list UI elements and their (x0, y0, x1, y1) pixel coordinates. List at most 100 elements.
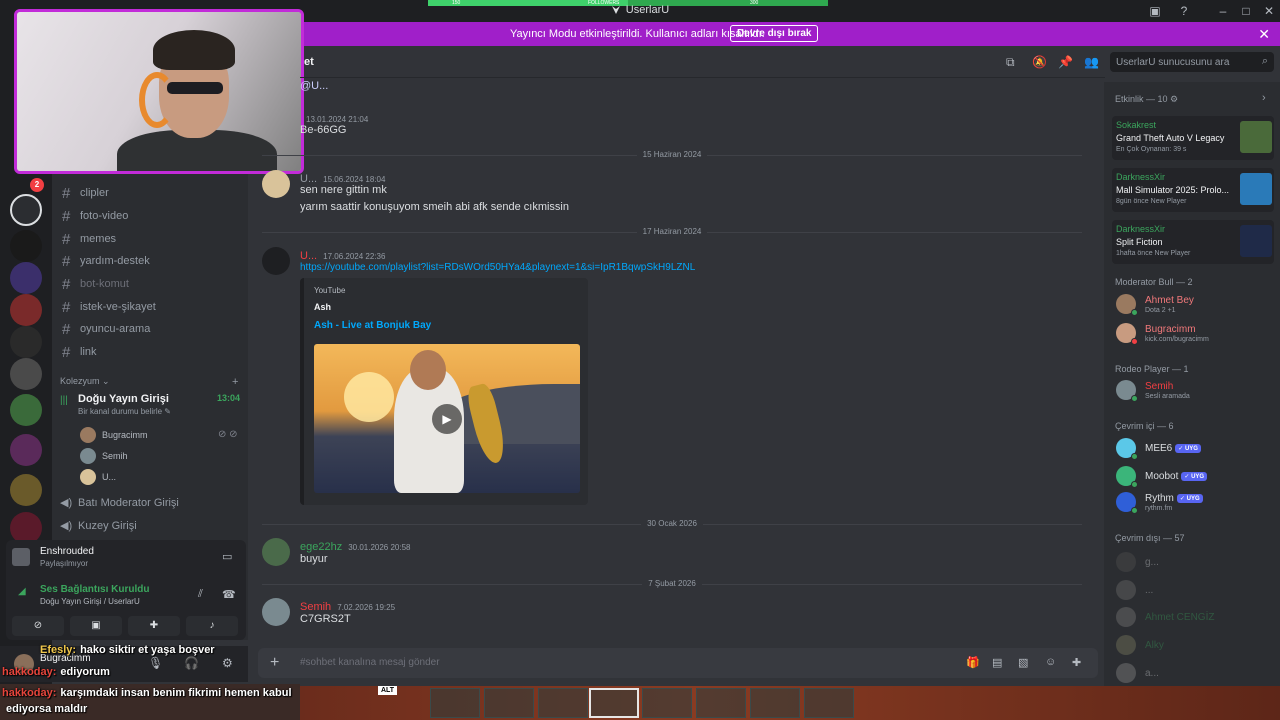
create-channel-icon[interactable]: + (232, 376, 238, 388)
voice-channel-kuzey[interactable]: ◀) Kuzey Girişi (60, 519, 137, 533)
channel-yardim-destek[interactable]: # yardım-destek (60, 250, 240, 272)
server-folder-2[interactable] (10, 434, 42, 466)
member-item[interactable]: Alky (1116, 635, 1164, 655)
server-icon-3[interactable] (10, 262, 42, 294)
notification-bell-icon[interactable]: 🔕 (1032, 55, 1047, 69)
voice-channel-dogu[interactable]: ||| Doğu Yayın Girişi 13:04 Bir kanal du… (60, 393, 242, 416)
server-userlaru[interactable] (10, 194, 42, 226)
share-screen-button[interactable]: ▣ (70, 616, 122, 636)
message-author[interactable]: U... (300, 250, 317, 262)
channel-oyuncu-arama[interactable]: # oyuncu-arama (60, 318, 240, 340)
minimize-button[interactable]: – (1216, 4, 1230, 18)
voice-activity-icon: ||| (60, 395, 68, 406)
chevron-right-icon[interactable]: › (1262, 92, 1266, 104)
member-list-icon[interactable]: 👥 (1084, 55, 1099, 69)
voice-status-text: Bir kanal durumu belirle (78, 407, 163, 416)
channel-link[interactable]: # link (60, 341, 240, 363)
activity-card[interactable]: DarknessXir Split Fiction 1hafta önce Ne… (1112, 220, 1274, 264)
channel-clipler[interactable]: # clipler (60, 182, 240, 204)
message-link[interactable]: https://youtube.com/playlist?list=RDsWOr… (300, 262, 695, 273)
member-item[interactable]: a... (1116, 663, 1159, 683)
close-banner-icon[interactable]: ✕ (1258, 26, 1270, 43)
server-icon-4[interactable] (10, 294, 42, 326)
member-item[interactable]: g... (1116, 552, 1159, 572)
date-divider-label: 15 Haziran 2024 (636, 150, 708, 159)
avatar[interactable] (262, 170, 290, 198)
message-author[interactable]: ege22hz (300, 541, 342, 553)
settings-gear-icon[interactable]: ⚙ (222, 656, 233, 670)
mic-muted-icon: ⊘ ⊘ (218, 429, 238, 440)
embed-provider[interactable]: YouTube (314, 286, 345, 295)
video-thumbnail[interactable]: ▶ (314, 344, 580, 493)
member-item[interactable]: Rythm ✓ UYG rythm.fm (1116, 492, 1203, 514)
avatar[interactable] (262, 247, 290, 275)
disconnect-icon[interactable]: ☎ (222, 588, 236, 601)
disable-streamer-mode-button[interactable]: Devre dışı bırak (730, 25, 819, 42)
camera-button[interactable]: ⊘ (12, 616, 64, 636)
help-icon[interactable]: ? (1177, 4, 1191, 18)
maximize-button[interactable]: □ (1239, 4, 1253, 18)
server-icon-2[interactable] (10, 230, 42, 262)
channel-label: yardım-destek (80, 255, 150, 267)
member-item[interactable]: Semih Sesli aramada (1116, 380, 1190, 402)
message-author[interactable]: Semih (300, 601, 331, 613)
voice-user[interactable]: Semih (80, 448, 128, 464)
gif-icon[interactable]: ▤ (992, 656, 1002, 669)
headphones-icon[interactable]: 🎧 (184, 656, 199, 670)
sticker-icon[interactable]: ▧ (1018, 656, 1028, 669)
date-divider-label: 30 Ocak 2026 (641, 519, 703, 528)
emoji-icon[interactable]: ☺ (1045, 656, 1056, 668)
channel-bot-komut[interactable]: # bot-komut (60, 273, 240, 295)
category-header[interactable]: Kolezyum ⌄ (60, 376, 110, 387)
activities-button[interactable]: ✚ (128, 616, 180, 636)
date-divider-label: 7 Şubat 2026 (642, 579, 702, 588)
mention[interactable]: @U... (300, 80, 328, 92)
threads-icon[interactable]: ⧉ (1006, 55, 1015, 70)
microphone-icon[interactable]: 🎙 (148, 656, 163, 670)
avatar[interactable] (262, 538, 290, 566)
connection-status[interactable]: Ses Bağlantısı Kuruldu (40, 584, 149, 595)
play-icon[interactable]: ▶ (432, 404, 462, 434)
member-item[interactable]: Ahmet Bey Dota 2 +1 (1116, 294, 1194, 316)
pin-icon[interactable]: 📌 (1058, 55, 1073, 69)
voice-user[interactable]: Bugracimm (80, 427, 148, 443)
voice-channel-bati[interactable]: ◀) Batı Moderator Girişi (60, 496, 179, 510)
noise-suppression-icon[interactable]: ⫽ (198, 588, 203, 601)
activity-card[interactable]: Sokakrest Grand Theft Auto V Legacy En Ç… (1112, 116, 1274, 160)
gift-icon[interactable]: 🎁 (966, 656, 980, 669)
member-item[interactable]: ... (1116, 580, 1153, 600)
apps-icon[interactable]: ✚ (1072, 656, 1081, 669)
attach-plus-icon[interactable]: + (270, 654, 279, 672)
inbox-icon[interactable]: ▣ (1148, 4, 1162, 18)
embed-title[interactable]: Ash - Live at Bonjuk Bay (314, 320, 431, 331)
avatar (80, 469, 96, 485)
member-item[interactable]: Bugracimm kick.com/bugracimm (1116, 323, 1209, 345)
speaker-icon: ◀) (60, 520, 73, 532)
server-folder-3[interactable] (10, 474, 42, 506)
server-folder-1[interactable] (10, 394, 42, 426)
screen-share-icon[interactable]: ▭ (222, 550, 232, 563)
soundboard-button[interactable]: ♪ (186, 616, 238, 636)
channel-foto-video[interactable]: # foto-video (60, 205, 240, 227)
channel-istek-ve-sikayet[interactable]: # istek-ve-şikayet (60, 296, 240, 318)
avatar[interactable] (262, 598, 290, 626)
member-name: Alky (1145, 639, 1164, 651)
server-icon-5[interactable] (10, 326, 42, 358)
activity-card[interactable]: DarknessXir Mall Simulator 2025: Prolo..… (1112, 168, 1274, 212)
close-window-button[interactable]: ✕ (1262, 4, 1276, 18)
activity-game: Mall Simulator 2025: Prolo... (1116, 185, 1230, 195)
member-status: Sesli aramada (1145, 392, 1190, 400)
hotbar-slot-selected (589, 688, 639, 718)
message-timestamp: 17.06.2024 22:36 (323, 252, 386, 261)
member-item[interactable]: Ahmet CENGİZ (1116, 607, 1214, 627)
channel-memes[interactable]: # memes (60, 228, 240, 250)
server-search-input[interactable]: UserlarU sunucusunu ara ⌕ (1110, 52, 1274, 72)
server-icon-6[interactable] (10, 358, 42, 390)
voice-channel-status[interactable]: Bir kanal durumu belirle ✎ (78, 407, 242, 416)
embed-author[interactable]: Ash (314, 302, 331, 312)
gear-icon[interactable]: ⚙ (1170, 94, 1178, 104)
voice-user[interactable]: U... (80, 469, 116, 485)
member-item[interactable]: Moobot ✓ UYG (1116, 466, 1208, 488)
message-composer[interactable]: + #sohbet kanalına mesaj gönder 🎁 ▤ ▧ ☺ … (258, 648, 1098, 678)
member-item[interactable]: MEE6 ✓ UYG (1116, 438, 1201, 460)
